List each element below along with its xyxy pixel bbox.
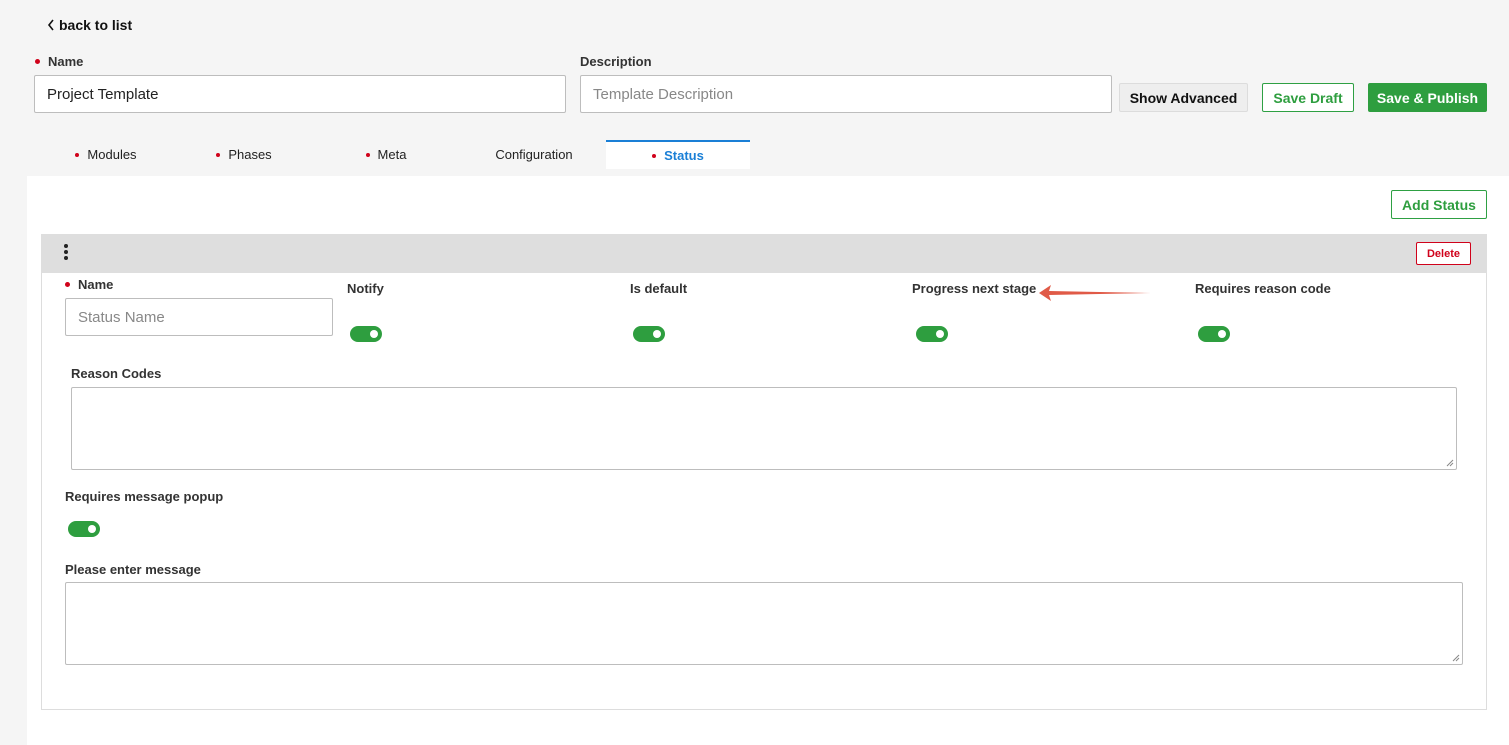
description-label-text: Description [580, 54, 652, 69]
add-status-button[interactable]: Add Status [1391, 190, 1487, 219]
tab-phases-label: Phases [228, 147, 272, 162]
back-to-list-label: back to list [59, 17, 133, 33]
requires-reason-code-label: Requires reason code [1195, 281, 1331, 296]
is-default-label: Is default [630, 281, 688, 296]
tab-meta-label: Meta [377, 147, 407, 162]
save-publish-button[interactable]: Save & Publish [1368, 83, 1487, 112]
back-to-list-link[interactable]: back to list [47, 17, 132, 33]
requires-message-popup-toggle[interactable] [68, 521, 100, 537]
progress-next-stage-label: Progress next stage [912, 281, 1037, 296]
template-name-input[interactable]: Project Template [34, 75, 566, 113]
notify-toggle[interactable] [350, 326, 382, 342]
status-name-input[interactable]: Status Name [65, 298, 333, 336]
tab-configuration-label: Configuration [495, 147, 573, 162]
status-name-label: Name [65, 277, 113, 292]
save-draft-button[interactable]: Save Draft [1262, 83, 1354, 112]
delete-status-button[interactable]: Delete [1416, 242, 1471, 265]
required-indicator [365, 152, 370, 157]
reason-codes-label: Reason Codes [71, 366, 162, 381]
tab-modules-label: Modules [87, 147, 137, 162]
tab-status[interactable]: Status [606, 140, 750, 169]
description-label: Description [580, 54, 652, 69]
template-name-value: Project Template [47, 85, 159, 103]
red-arrow-annotation [1039, 285, 1151, 301]
template-name-label: Name [35, 54, 83, 69]
required-indicator [652, 153, 657, 158]
required-indicator [75, 152, 80, 157]
tab-meta[interactable]: Meta [320, 140, 452, 169]
resize-grip-icon[interactable] [1446, 459, 1454, 467]
description-placeholder: Template Description [593, 85, 734, 103]
kebab-menu-icon[interactable] [62, 244, 70, 260]
resize-grip-icon[interactable] [1452, 654, 1460, 662]
template-name-label-text: Name [48, 54, 84, 69]
tab-phases[interactable]: Phases [178, 140, 310, 169]
required-indicator [65, 282, 70, 287]
message-label: Please enter message [65, 562, 201, 577]
tab-status-label: Status [664, 148, 704, 163]
show-advanced-button[interactable]: Show Advanced [1119, 83, 1248, 112]
requires-message-popup-label: Requires message popup [65, 489, 224, 504]
tab-modules[interactable]: Modules [40, 140, 172, 169]
is-default-toggle[interactable] [633, 326, 665, 342]
progress-next-stage-toggle[interactable] [916, 326, 948, 342]
status-card-header [41, 234, 1487, 273]
required-indicator [35, 59, 40, 64]
reason-codes-textarea[interactable] [71, 387, 1457, 470]
requires-reason-code-toggle[interactable] [1198, 326, 1230, 342]
description-input[interactable]: Template Description [580, 75, 1112, 113]
notify-label: Notify [347, 281, 384, 296]
message-textarea[interactable] [65, 582, 1463, 665]
status-name-placeholder: Status Name [78, 308, 165, 326]
tab-configuration[interactable]: Configuration [466, 140, 602, 169]
required-indicator [216, 152, 221, 157]
chevron-left-icon [47, 19, 54, 31]
status-name-label-text: Name [78, 277, 114, 292]
